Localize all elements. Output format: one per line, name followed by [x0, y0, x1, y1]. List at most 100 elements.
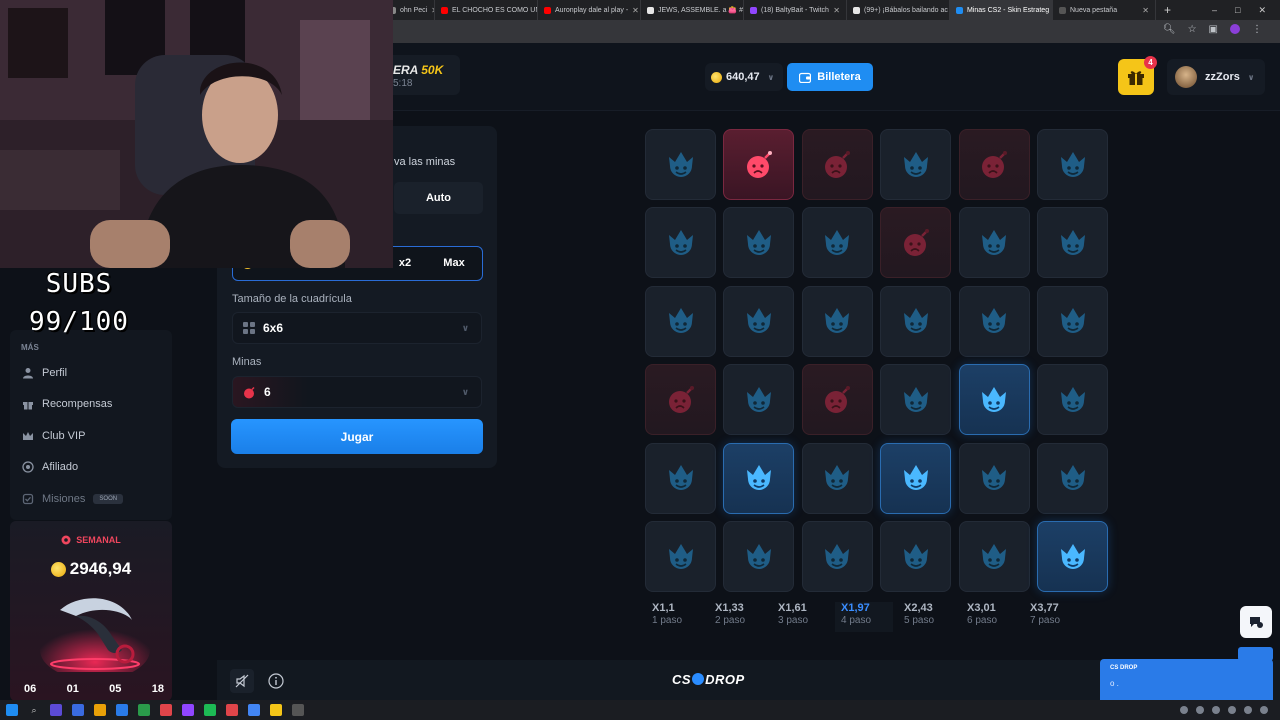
app-icon[interactable]: [270, 704, 282, 716]
grid-cell-gem-hit[interactable]: [958, 364, 1030, 436]
logo-smiley-icon: [692, 673, 705, 685]
chrome-icon[interactable]: [248, 704, 260, 716]
zoom-icon[interactable]: 🔍︎: [1163, 24, 1176, 35]
grid-cell-gem[interactable]: [645, 207, 716, 279]
info-button[interactable]: [264, 669, 288, 693]
max-bet-button[interactable]: Max: [434, 253, 474, 273]
star-icon[interactable]: ☆: [1188, 24, 1197, 35]
grid-cell-gem[interactable]: [723, 285, 795, 357]
grid-cell-gem[interactable]: [880, 521, 952, 592]
tray-icon[interactable]: [1260, 706, 1268, 714]
grid-cell-gem[interactable]: [645, 129, 716, 200]
close-tab-icon[interactable]: ✕: [833, 6, 840, 15]
grid-cell-gem-hit[interactable]: [1037, 521, 1108, 592]
tray-icon[interactable]: [1244, 706, 1252, 714]
grid-cell-gem[interactable]: [958, 285, 1030, 357]
browser-tab[interactable]: (99+) ¡Bábalos bailando ac✕: [847, 0, 950, 20]
sidebar-item-misiones[interactable]: Misiones SOON: [22, 493, 124, 505]
grid-cell-gem[interactable]: [645, 442, 716, 514]
app-icon[interactable]: [160, 704, 172, 716]
play-button[interactable]: Jugar: [231, 419, 483, 454]
app-icon[interactable]: [94, 704, 106, 716]
browser-tab[interactable]: EL CHOCHO ES COMO UN✕: [435, 0, 538, 20]
maximize-button[interactable]: □: [1235, 5, 1240, 16]
grid-cell-bomb-hit[interactable]: [723, 129, 795, 200]
grid-cell-gem[interactable]: [880, 285, 952, 357]
auto-mode-tab[interactable]: Auto: [394, 182, 483, 214]
mute-button[interactable]: [230, 669, 254, 693]
browser-tab[interactable]: (18) BaltyBait - Twitch ✕: [744, 0, 847, 20]
browser-tab[interactable]: JEWS, ASSEMBLE. a 👛 #✕: [641, 0, 744, 20]
grid-cell-gem[interactable]: [801, 442, 873, 514]
grid-cell-gem[interactable]: [958, 207, 1030, 279]
grid-cell-bomb[interactable]: [880, 207, 952, 279]
browser-tab[interactable]: Minas CS2 - Skin Estrateg✕: [950, 0, 1053, 20]
menu-icon[interactable]: ⋮: [1252, 24, 1262, 35]
grid-size-select[interactable]: 6x6 ∨: [232, 312, 482, 344]
grid-cell-bomb[interactable]: [645, 364, 716, 436]
app-icon[interactable]: [138, 704, 150, 716]
app-icon[interactable]: [116, 704, 128, 716]
grid-cell-gem[interactable]: [1037, 364, 1108, 436]
bomb-icon: [664, 383, 698, 417]
grid-cell-bomb[interactable]: [801, 364, 873, 436]
sidebar-item-afiliado[interactable]: Afiliado: [22, 461, 78, 473]
profile-icon[interactable]: [1230, 24, 1240, 34]
grid-cell-gem[interactable]: [1037, 129, 1108, 200]
grid-cell-gem[interactable]: [723, 207, 795, 279]
close-tab-icon[interactable]: ✕: [1142, 6, 1149, 15]
search-icon[interactable]: ⌕: [28, 704, 40, 716]
grid-cell-gem[interactable]: [958, 442, 1030, 514]
tray-icon[interactable]: [1196, 706, 1204, 714]
user-menu[interactable]: zzZors ∨: [1167, 59, 1265, 95]
grid-cell-gem[interactable]: [723, 521, 795, 592]
grid-cell-gem[interactable]: [1037, 442, 1108, 514]
close-window-button[interactable]: ✕: [1258, 5, 1266, 16]
grid-cell-gem[interactable]: [645, 285, 716, 357]
extension-icon[interactable]: ▣: [1209, 24, 1218, 35]
grid-cell-gem[interactable]: [801, 285, 873, 357]
grid-cell-bomb[interactable]: [801, 129, 873, 200]
app-icon[interactable]: [226, 704, 238, 716]
app-icon[interactable]: [72, 704, 84, 716]
double-bet-button[interactable]: x2: [394, 253, 416, 273]
grid-cell-gem[interactable]: [723, 364, 795, 436]
support-chat-button[interactable]: [1240, 606, 1272, 638]
grid-cell-gem-hit[interactable]: [880, 442, 952, 514]
grid-cell-gem[interactable]: [880, 129, 952, 200]
wallet-button[interactable]: Billetera: [787, 63, 873, 91]
minimize-button[interactable]: –: [1212, 5, 1217, 16]
sidebar-item-recompensas[interactable]: Recompensas: [22, 398, 112, 410]
sidebar-item-club-vip[interactable]: Club VIP: [22, 430, 85, 442]
grid-cell-gem[interactable]: [880, 364, 952, 436]
close-tab-icon[interactable]: ✕: [632, 6, 639, 15]
grid-cell-gem[interactable]: [1037, 285, 1108, 357]
multiplier-value: X3,01: [967, 602, 996, 614]
activate-mines-text: va las minas: [394, 156, 456, 168]
mines-count-select[interactable]: 6 ∨: [232, 376, 482, 408]
balance-display[interactable]: 640,47 ∨: [705, 63, 783, 91]
spotify-icon[interactable]: [204, 704, 216, 716]
browser-tab[interactable]: Nueva pestaña ✕: [1053, 0, 1156, 20]
grid-cell-gem[interactable]: [645, 521, 716, 592]
grid-cell-gem[interactable]: [801, 521, 873, 592]
promo-banner[interactable]: ERA 50K 5:18: [383, 55, 460, 95]
grid-cell-bomb[interactable]: [958, 129, 1030, 200]
new-tab-button[interactable]: +: [1156, 3, 1179, 17]
gift-icon: [22, 398, 34, 410]
grid-cell-gem[interactable]: [801, 207, 873, 279]
tray-icon[interactable]: [1180, 706, 1188, 714]
tray-icon[interactable]: [1228, 706, 1236, 714]
grid-cell-gem[interactable]: [958, 521, 1030, 592]
gem-icon: [1056, 304, 1090, 338]
tray-icon[interactable]: [1212, 706, 1220, 714]
grid-cell-gem-hit[interactable]: [723, 442, 795, 514]
app-icon[interactable]: [50, 704, 62, 716]
multiplier-step: X1,33 2 paso: [709, 602, 767, 632]
start-icon[interactable]: [6, 704, 18, 716]
twitch-icon[interactable]: [182, 704, 194, 716]
sidebar-item-perfil[interactable]: Perfil: [22, 367, 67, 379]
browser-tab[interactable]: Auronplay dale al play - ✕: [538, 0, 641, 20]
app-icon[interactable]: [292, 704, 304, 716]
grid-cell-gem[interactable]: [1037, 207, 1108, 279]
